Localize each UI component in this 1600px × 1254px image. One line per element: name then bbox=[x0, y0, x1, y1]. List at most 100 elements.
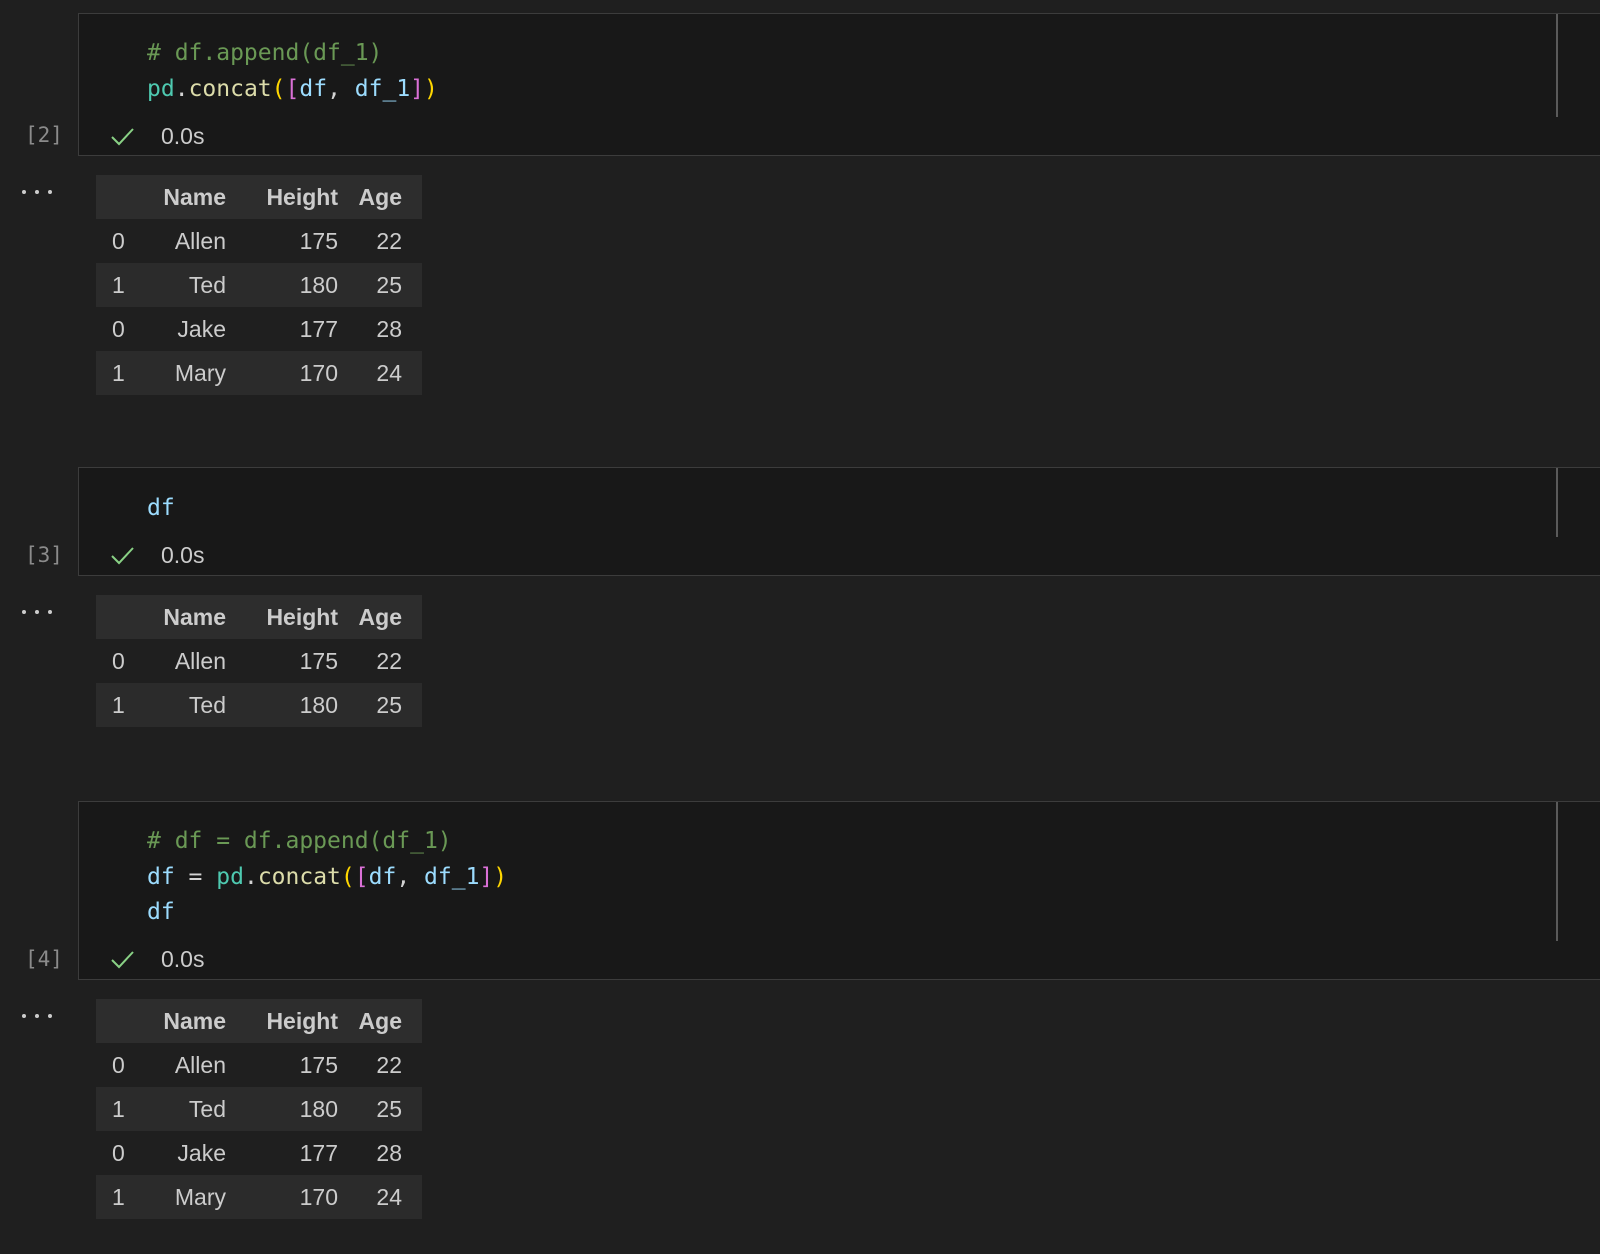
ellipsis-icon[interactable] bbox=[22, 182, 52, 202]
column-header: Height bbox=[230, 175, 342, 219]
table-row: 0 Allen 175 22 bbox=[96, 219, 422, 263]
table-row: 1 Ted 180 25 bbox=[96, 263, 422, 307]
code-token: pd bbox=[147, 76, 175, 102]
code-token: concat bbox=[257, 864, 341, 890]
ellipsis-dot bbox=[35, 610, 39, 614]
row-index: 1 bbox=[96, 1175, 158, 1219]
code-token: # df = df.append(df_1) bbox=[147, 828, 452, 854]
execution-status: 0.0s bbox=[109, 537, 204, 573]
table-row: 1 Mary 170 24 bbox=[96, 1175, 422, 1219]
code-cell-input[interactable]: df 0.0s bbox=[78, 467, 1600, 576]
header-row: Name Height Age bbox=[96, 999, 422, 1043]
execution-time: 0.0s bbox=[161, 122, 205, 149]
table-row: 0 Jake 177 28 bbox=[96, 307, 422, 351]
table-cell: Ted bbox=[158, 683, 230, 727]
dataframe-output: Name Height Age 0 Allen 175 22 1 Ted 180 25 0 Jake 17… bbox=[96, 175, 422, 395]
code-token: concat bbox=[188, 76, 272, 102]
code-line: df bbox=[147, 894, 175, 930]
check-icon bbox=[111, 951, 134, 969]
table-cell: 175 bbox=[299, 227, 338, 254]
table-cell: Allen bbox=[174, 227, 226, 254]
execution-count: [2] bbox=[25, 123, 63, 147]
code-token: df_1 bbox=[424, 864, 480, 890]
code-token: . bbox=[243, 864, 258, 890]
code-token: = bbox=[174, 864, 217, 890]
row-index: 1 bbox=[96, 683, 158, 727]
code-line: # df.append(df_1) bbox=[147, 35, 382, 71]
column-header: Height bbox=[230, 999, 342, 1043]
dataframe-body: 0 Allen 175 22 1 Ted 180 25 0 Jake 177 28 1 Mary 170 24 bbox=[96, 1043, 422, 1219]
code-token: df_1 bbox=[354, 76, 411, 102]
table-cell: 177 bbox=[299, 315, 338, 342]
header-row: Name Height Age bbox=[96, 175, 422, 219]
ellipsis-dot bbox=[22, 190, 26, 194]
ellipsis-icon[interactable] bbox=[22, 602, 52, 622]
dataframe-header: Name Height Age bbox=[96, 999, 422, 1043]
code-token: pd bbox=[216, 864, 244, 890]
row-index: 0 bbox=[112, 1051, 125, 1078]
table-row: 1 Ted 180 25 bbox=[96, 1087, 422, 1131]
table-cell: 24 bbox=[342, 351, 422, 395]
dataframe-output: Name Height Age 0 Allen 175 22 1 Ted 180 25 0 Jake 17… bbox=[96, 999, 422, 1219]
row-index: 0 bbox=[112, 647, 125, 674]
table-row: 1 Mary 170 24 bbox=[96, 351, 422, 395]
code-line: df bbox=[147, 490, 175, 526]
table-cell: Mary bbox=[158, 1175, 230, 1219]
table-cell: Ted bbox=[158, 263, 230, 307]
check-icon bbox=[111, 547, 134, 565]
editor-scrollbar[interactable] bbox=[1556, 468, 1558, 537]
column-header: Height bbox=[230, 595, 342, 639]
table-cell: Mary bbox=[158, 351, 230, 395]
column-header: Age bbox=[342, 595, 422, 639]
code-line: df = pd.concat([df, df_1]) bbox=[147, 859, 507, 895]
table-cell: 22 bbox=[376, 647, 402, 674]
editor-scrollbar[interactable] bbox=[1556, 802, 1558, 941]
code-token: df bbox=[299, 76, 328, 102]
dataframe-output: Name Height Age 0 Allen 175 22 1 Ted 180 25 bbox=[96, 595, 422, 727]
table-cell: Jake bbox=[177, 315, 226, 342]
code-token: df bbox=[147, 899, 175, 925]
row-index: 1 bbox=[96, 1087, 158, 1131]
execution-time: 0.0s bbox=[161, 945, 205, 972]
column-header bbox=[96, 595, 158, 639]
column-header bbox=[96, 999, 158, 1043]
dataframe-body: 0 Allen 175 22 1 Ted 180 25 0 Jake 177 28 1 Mary 170 24 bbox=[96, 219, 422, 395]
table-cell: Allen bbox=[174, 1051, 226, 1078]
column-header: Age bbox=[342, 175, 422, 219]
row-index: 0 bbox=[112, 1139, 125, 1166]
execution-status: 0.0s bbox=[109, 118, 204, 154]
code-cell-input[interactable]: # df = df.append(df_1)df = pd.concat([df… bbox=[78, 801, 1600, 980]
table-cell: Jake bbox=[177, 1139, 226, 1166]
table-cell: 22 bbox=[376, 227, 402, 254]
table-cell: 24 bbox=[342, 1175, 422, 1219]
code-cell-input[interactable]: # df.append(df_1) pd.concat([df, df_1]) 0.… bbox=[78, 13, 1600, 156]
column-header: Name bbox=[158, 999, 230, 1043]
table-row: 0 Allen 175 22 bbox=[96, 1043, 422, 1087]
column-header: Name bbox=[158, 595, 230, 639]
table-cell: 170 bbox=[230, 1175, 342, 1219]
table-cell: 28 bbox=[376, 1139, 402, 1166]
table-cell: 170 bbox=[230, 351, 342, 395]
table-cell: 177 bbox=[299, 1139, 338, 1166]
ellipsis-dot bbox=[22, 610, 26, 614]
ellipsis-dot bbox=[35, 190, 39, 194]
table-cell: 22 bbox=[376, 1051, 402, 1078]
editor-scrollbar[interactable] bbox=[1556, 14, 1558, 117]
ellipsis-dot bbox=[48, 190, 52, 194]
ellipsis-dot bbox=[22, 1014, 26, 1018]
dataframe-body: 0 Allen 175 22 1 Ted 180 25 bbox=[96, 639, 422, 727]
code-token: , bbox=[396, 864, 425, 890]
table-cell: 180 bbox=[230, 683, 342, 727]
row-index: 1 bbox=[96, 351, 158, 395]
table-row: 1 Ted 180 25 bbox=[96, 683, 422, 727]
ellipsis-icon[interactable] bbox=[22, 1006, 52, 1026]
code-token: [ bbox=[285, 76, 300, 102]
ellipsis-dot bbox=[48, 1014, 52, 1018]
code-token: . bbox=[174, 76, 189, 102]
table-cell: 175 bbox=[299, 1051, 338, 1078]
table-cell: Ted bbox=[158, 1087, 230, 1131]
code-token: df bbox=[147, 495, 175, 521]
code-token: df bbox=[368, 864, 397, 890]
code-token: ] bbox=[479, 864, 494, 890]
dataframe-header: Name Height Age bbox=[96, 175, 422, 219]
